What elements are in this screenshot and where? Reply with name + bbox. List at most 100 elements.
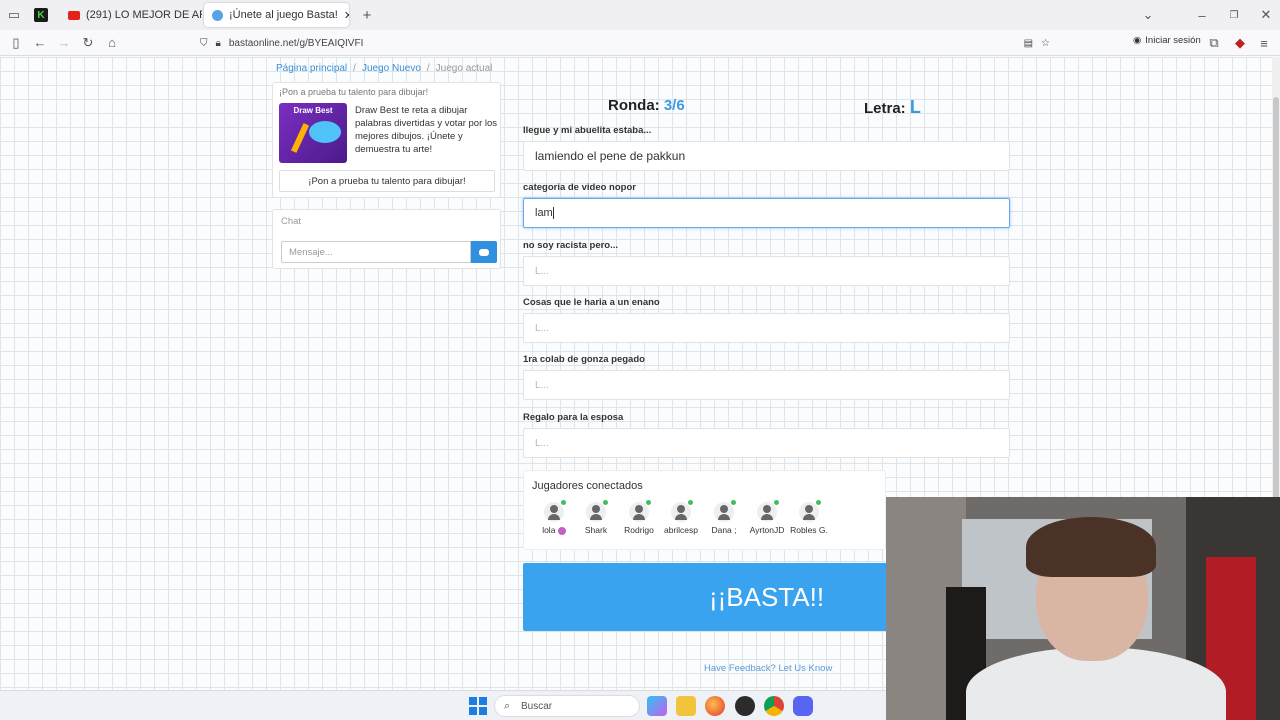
category-input[interactable]: L... xyxy=(523,256,1010,286)
chat-card: Chat Mensaje... xyxy=(272,209,501,269)
chat-title: Chat xyxy=(281,216,302,227)
copilot-icon[interactable] xyxy=(647,696,667,716)
breadcrumb-new-game-link[interactable]: Juego Nuevo xyxy=(362,63,421,74)
sign-in-label: Iniciar sesión xyxy=(1145,35,1201,46)
breadcrumb-home-link[interactable]: Página principal xyxy=(276,63,347,74)
obs-icon[interactable] xyxy=(735,696,755,716)
browser-toolbar: ▯ ← → ↻ ⌂ ⛉ 🔒︎ bastaonline.net/g/BYEAIQI… xyxy=(0,30,1280,56)
file-explorer-icon[interactable] xyxy=(676,696,696,716)
forward-icon[interactable]: → xyxy=(52,32,76,54)
letter-indicator: Letra: L xyxy=(864,97,921,118)
pinned-tab[interactable]: K xyxy=(34,8,48,22)
text-cursor xyxy=(552,207,554,219)
bookmark-star-icon[interactable]: ☆ xyxy=(1041,38,1050,49)
chrome-icon[interactable] xyxy=(764,696,784,716)
letter-value: L xyxy=(909,97,921,117)
player-item[interactable]: Robles G. xyxy=(787,500,831,535)
player-item[interactable]: lola xyxy=(532,500,576,535)
discord-icon[interactable] xyxy=(793,696,813,716)
tab-list-icon[interactable]: ▭ xyxy=(2,4,26,26)
tab-basta[interactable]: ¡Únete al juego Basta! ✕ xyxy=(204,3,349,27)
address-bar[interactable]: ⛉ 🔒︎ bastaonline.net/g/BYEAIQIVFI ▤ ☆ xyxy=(200,32,1050,54)
search-icon: ⌕ xyxy=(504,700,511,712)
chat-message-input[interactable]: Mensaje... xyxy=(281,241,471,263)
shield-icon: ⛉ xyxy=(200,37,208,49)
minimize-icon[interactable]: – xyxy=(1190,4,1214,26)
promo-button[interactable]: ¡Pon a prueba tu talento para dibujar! xyxy=(279,170,495,192)
tab-label: ¡Únete al juego Basta! xyxy=(229,9,338,21)
reader-view-icon[interactable]: ▤ xyxy=(1024,38,1033,49)
url-text: bastaonline.net/g/BYEAIQIVFI xyxy=(228,37,364,49)
category-input-focused[interactable]: lam xyxy=(523,198,1010,228)
new-tab-button[interactable]: + xyxy=(355,4,379,26)
lock-icon: 🔒︎ xyxy=(215,37,221,49)
online-dot xyxy=(816,500,821,505)
player-item[interactable]: abrilcesp xyxy=(659,500,703,535)
avatar-icon xyxy=(757,500,779,522)
avatar-icon xyxy=(544,500,566,522)
pencil-icon xyxy=(290,123,310,153)
chevron-down-icon[interactable]: ⌄ xyxy=(1136,4,1160,26)
taskbar-search[interactable]: ⌕ Buscar xyxy=(494,695,640,717)
category-label: Regalo para la esposa xyxy=(523,412,624,423)
sign-in-button[interactable]: ◉ Iniciar sesión xyxy=(1133,35,1201,46)
globe-icon xyxy=(212,9,223,21)
menu-icon[interactable]: ≡ xyxy=(1252,32,1276,54)
player-name: Rodrigo xyxy=(624,525,654,535)
breadcrumb: Página principal / Juego Nuevo / Juego a… xyxy=(276,63,492,74)
online-dot xyxy=(646,500,651,505)
player-item[interactable]: AyrtonJD xyxy=(745,500,789,535)
back-icon[interactable]: ← xyxy=(28,32,52,54)
extensions-icon[interactable]: ⧉ xyxy=(1202,32,1226,54)
chat-bubble-icon xyxy=(479,248,489,256)
speech-bubble-icon xyxy=(309,121,341,143)
restore-icon[interactable]: ❐ xyxy=(1222,4,1246,26)
player-name: Shark xyxy=(584,525,608,535)
draw-best-image[interactable]: Draw Best xyxy=(279,103,347,163)
addon-icon[interactable]: ◆ xyxy=(1228,32,1252,54)
online-dot xyxy=(688,500,693,505)
tab-youtube[interactable]: (291) LO MEJOR DE ARGENTINA ✕ xyxy=(60,3,202,27)
players-title: Jugadores conectados xyxy=(532,480,643,492)
tab-label: (291) LO MEJOR DE ARGENTINA xyxy=(86,9,202,21)
close-window-icon[interactable]: ✕ xyxy=(1254,4,1278,26)
reload-icon[interactable]: ↻ xyxy=(76,32,100,54)
account-icon: ◉ xyxy=(1133,35,1142,46)
search-label: Buscar xyxy=(521,700,553,712)
category-input-value: lam xyxy=(535,207,553,219)
windows-start-icon[interactable] xyxy=(468,696,488,716)
player-item[interactable]: Shark xyxy=(574,500,618,535)
breadcrumb-separator: / xyxy=(426,63,430,74)
feedback-link[interactable]: Have Feedback? Let Us Know xyxy=(704,663,832,674)
k-logo-icon: K xyxy=(37,9,45,21)
webcam-overlay xyxy=(886,497,1280,720)
breadcrumb-current: Juego actual xyxy=(435,63,493,74)
category-label: Cosas que le haria a un enano xyxy=(523,297,660,308)
draw-best-logo-text: Draw Best xyxy=(293,106,333,115)
avatar-icon xyxy=(799,500,821,522)
online-dot xyxy=(603,500,608,505)
player-item[interactable]: Dana ; xyxy=(702,500,746,535)
avatar-icon xyxy=(671,500,693,522)
promo-card: ¡Pon a prueba tu talento para dibujar! D… xyxy=(272,82,501,198)
category-label: categoria de video nopor xyxy=(523,182,636,193)
category-input[interactable]: L... xyxy=(523,428,1010,458)
category-label: llegue y mi abuelita estaba... xyxy=(523,125,652,136)
chat-send-button[interactable] xyxy=(471,241,497,263)
promo-text: Draw Best te reta a dibujar palabras div… xyxy=(355,105,498,155)
sidebar-toggle-icon[interactable]: ▯ xyxy=(4,32,28,54)
category-input[interactable]: lamiendo el pene de pakkun xyxy=(523,141,1010,171)
online-dot xyxy=(731,500,736,505)
player-name: Robles G. xyxy=(790,525,828,535)
round-label: Ronda: xyxy=(608,97,660,114)
player-name: AyrtonJD xyxy=(749,525,785,535)
category-label: 1ra colab de gonza pegado xyxy=(523,354,645,365)
player-item[interactable]: Rodrigo xyxy=(617,500,661,535)
category-input[interactable]: L... xyxy=(523,313,1010,343)
category-input[interactable]: L... xyxy=(523,370,1010,400)
home-icon[interactable]: ⌂ xyxy=(100,32,124,54)
close-tab-icon[interactable]: ✕ xyxy=(344,9,349,22)
breadcrumb-separator: / xyxy=(353,63,356,74)
online-dot xyxy=(561,500,566,505)
firefox-icon[interactable] xyxy=(705,696,725,716)
